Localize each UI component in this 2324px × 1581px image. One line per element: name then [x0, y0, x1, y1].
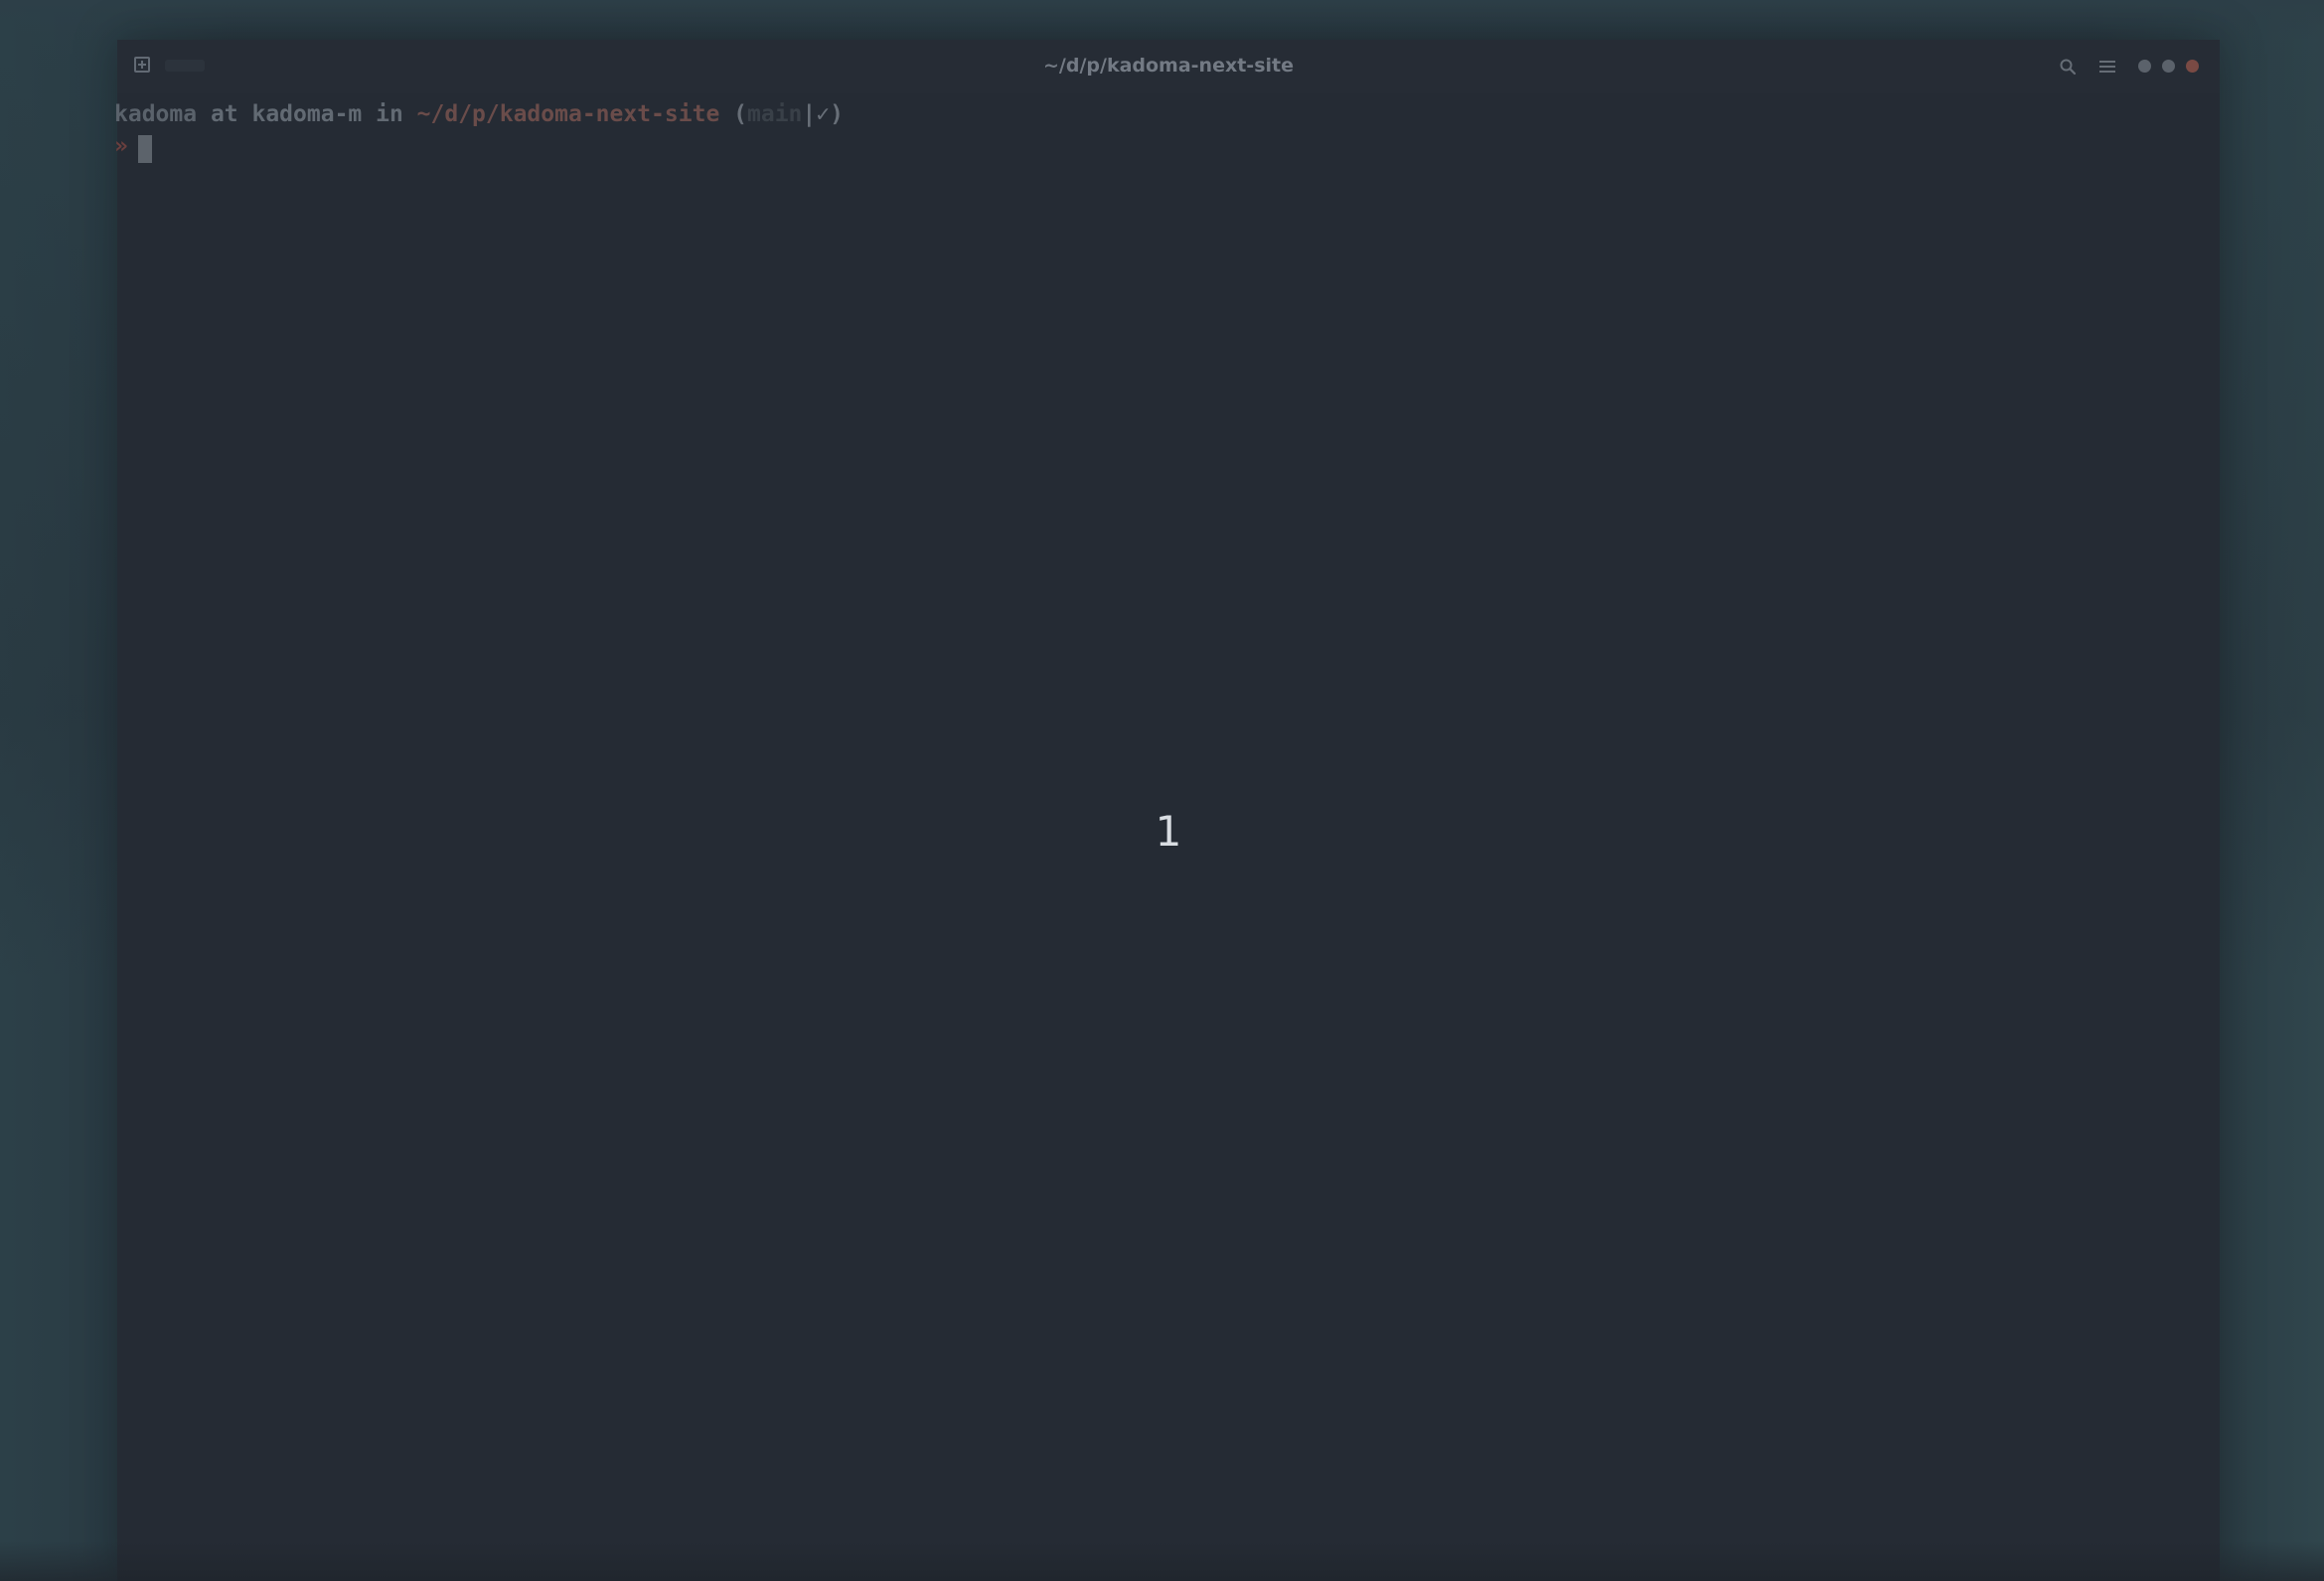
close-button[interactable]	[2186, 60, 2199, 73]
hamburger-menu-icon[interactable]	[2098, 59, 2116, 75]
recording-step-counter: 1	[1155, 807, 1182, 856]
prompt-at-word: at	[197, 101, 252, 127]
terminal-titlebar: ~/d/p/kadoma-next-site	[117, 40, 2220, 93]
maximize-button[interactable]	[2162, 60, 2175, 73]
prompt-char: »	[114, 133, 128, 159]
shell-prompt-line: kadoma at kadoma-m in ~/d/p/kadoma-next-…	[114, 101, 844, 127]
minimize-button[interactable]	[2138, 60, 2151, 73]
window-title: ~/d/p/kadoma-next-site	[1043, 55, 1294, 77]
search-icon[interactable]	[2059, 58, 2077, 76]
prompt-in-word: in	[362, 101, 417, 127]
desktop-top-bar	[0, 0, 2324, 40]
text-cursor	[137, 135, 152, 163]
shell-input-line[interactable]: »	[114, 133, 152, 163]
bottom-shadow	[0, 1541, 2324, 1581]
prompt-git-status: |✓)	[802, 101, 844, 127]
terminal-body[interactable]: kadoma at kadoma-m in ~/d/p/kadoma-next-…	[114, 93, 2220, 1581]
prompt-host: kadoma-m	[251, 101, 363, 127]
prompt-git-branch: main	[747, 101, 803, 127]
prompt-open-paren: (	[719, 101, 747, 127]
prompt-user: kadoma	[114, 101, 198, 127]
prompt-path: ~/d/p/kadoma-next-site	[416, 101, 720, 127]
terminal-window: ~/d/p/kadoma-next-site kadoma at kadoma-…	[114, 40, 2220, 1581]
